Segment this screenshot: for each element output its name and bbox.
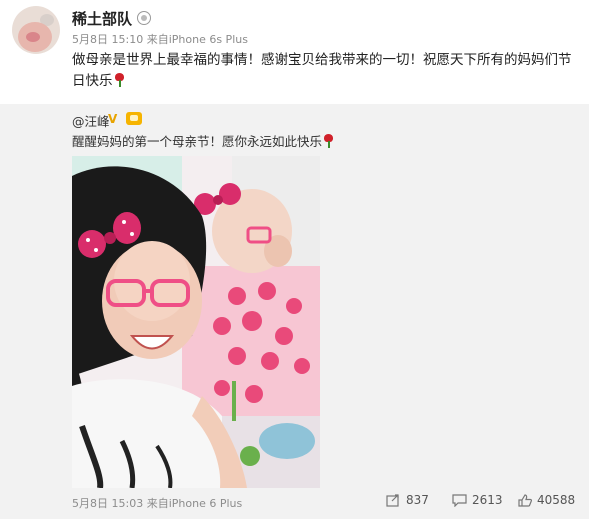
repost-icon — [386, 494, 399, 507]
repost-count: 837 — [406, 493, 429, 507]
rose-emoji-icon — [113, 73, 125, 87]
member-level-icon[interactable] — [137, 11, 151, 25]
post-text: 做母亲是世界上最幸福的事情！感谢宝贝给我带来的一切！祝愿天下所有的妈妈们节日快乐 — [72, 50, 572, 92]
repost-photo[interactable] — [72, 156, 320, 488]
repost-author[interactable]: @汪峰 — [72, 111, 110, 130]
repost-meta: 5月8日 15:03 来自iPhone 6 Plus — [72, 495, 242, 511]
repost-button[interactable]: 837 — [386, 493, 429, 507]
post-source: 来自iPhone 6s Plus — [146, 33, 248, 46]
weibo-post: 稀土部队 5月8日 15:10 来自iPhone 6s Plus 做母亲是世界上… — [0, 0, 589, 104]
repost-date[interactable]: 5月8日 — [72, 497, 108, 510]
repost-text-body: 醒醒妈妈的第一个母亲节！愿你永远如此快乐 — [72, 134, 323, 149]
comment-count: 2613 — [472, 493, 503, 507]
post-text-body: 做母亲是世界上最幸福的事情！感谢宝贝给我带来的一切！祝愿天下所有的妈妈们节日快乐 — [72, 52, 572, 89]
post-time[interactable]: 15:10 — [112, 33, 144, 46]
comment-button[interactable]: 2613 — [452, 493, 503, 508]
rose-emoji-icon — [322, 134, 334, 148]
avatar[interactable] — [12, 6, 60, 54]
comment-icon — [452, 494, 467, 508]
like-button[interactable]: 40588 — [518, 493, 575, 507]
repost-source: 来自iPhone 6 Plus — [146, 497, 243, 510]
verified-v-icon: V — [108, 112, 118, 126]
mother-baby-selfie-image — [72, 156, 320, 488]
post-date[interactable]: 5月8日 — [72, 33, 108, 46]
reposted-content[interactable]: @汪峰 V 醒醒妈妈的第一个母亲节！愿你永远如此快乐 5月8日 15:03 来自… — [0, 104, 589, 519]
like-icon — [518, 494, 533, 507]
member-badge-icon[interactable] — [126, 112, 142, 125]
like-count: 40588 — [537, 493, 576, 507]
repost-text: 醒醒妈妈的第一个母亲节！愿你永远如此快乐 — [72, 131, 334, 150]
post-username[interactable]: 稀土部队 — [72, 8, 132, 29]
repost-time[interactable]: 15:03 — [112, 497, 144, 510]
post-meta: 5月8日 15:10 来自iPhone 6s Plus — [72, 31, 248, 47]
